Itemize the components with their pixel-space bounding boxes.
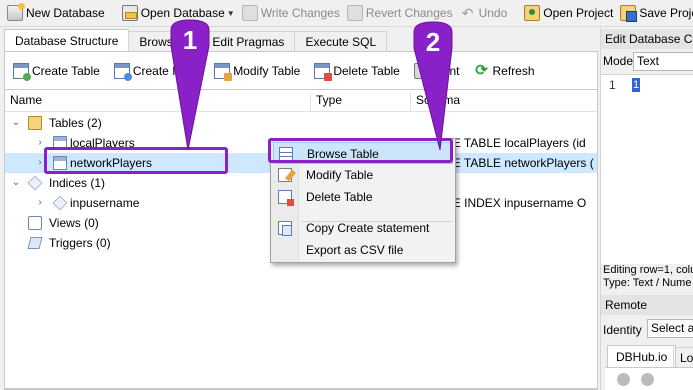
remote-title: Remote (601, 295, 693, 315)
refresh-icon[interactable] (617, 373, 630, 386)
identity-label: Identity (603, 323, 642, 337)
status-line-1: Editing row=1, colu (603, 264, 693, 276)
status-line-2: Type: Text / Nume (603, 277, 692, 289)
edit-cell-pane: Edit Database Ce Mode: Text 1 1 Editing … (600, 27, 693, 390)
tab-local[interactable]: Lo (673, 347, 693, 367)
cell-editor[interactable]: 1 1 (601, 74, 693, 264)
annotation-badge-2: 2 (425, 27, 441, 57)
mode-label: Mode: (603, 54, 637, 68)
edit-cell-title: Edit Database Ce (601, 29, 693, 49)
identity-select[interactable]: Select an (647, 319, 693, 338)
annotation-badge-1: 1 (182, 25, 198, 55)
tab-dbhub[interactable]: DBHub.io (607, 345, 677, 367)
cell-status: Editing row=1, colu Type: Text / Nume (603, 264, 693, 290)
annotation-arrows (170, 19, 453, 151)
cell-value: 1 (632, 78, 640, 92)
mode-select[interactable]: Text (633, 52, 693, 71)
clone-icon[interactable] (641, 373, 654, 386)
remote-toolbar (605, 367, 693, 390)
line-number: 1 (609, 78, 616, 92)
